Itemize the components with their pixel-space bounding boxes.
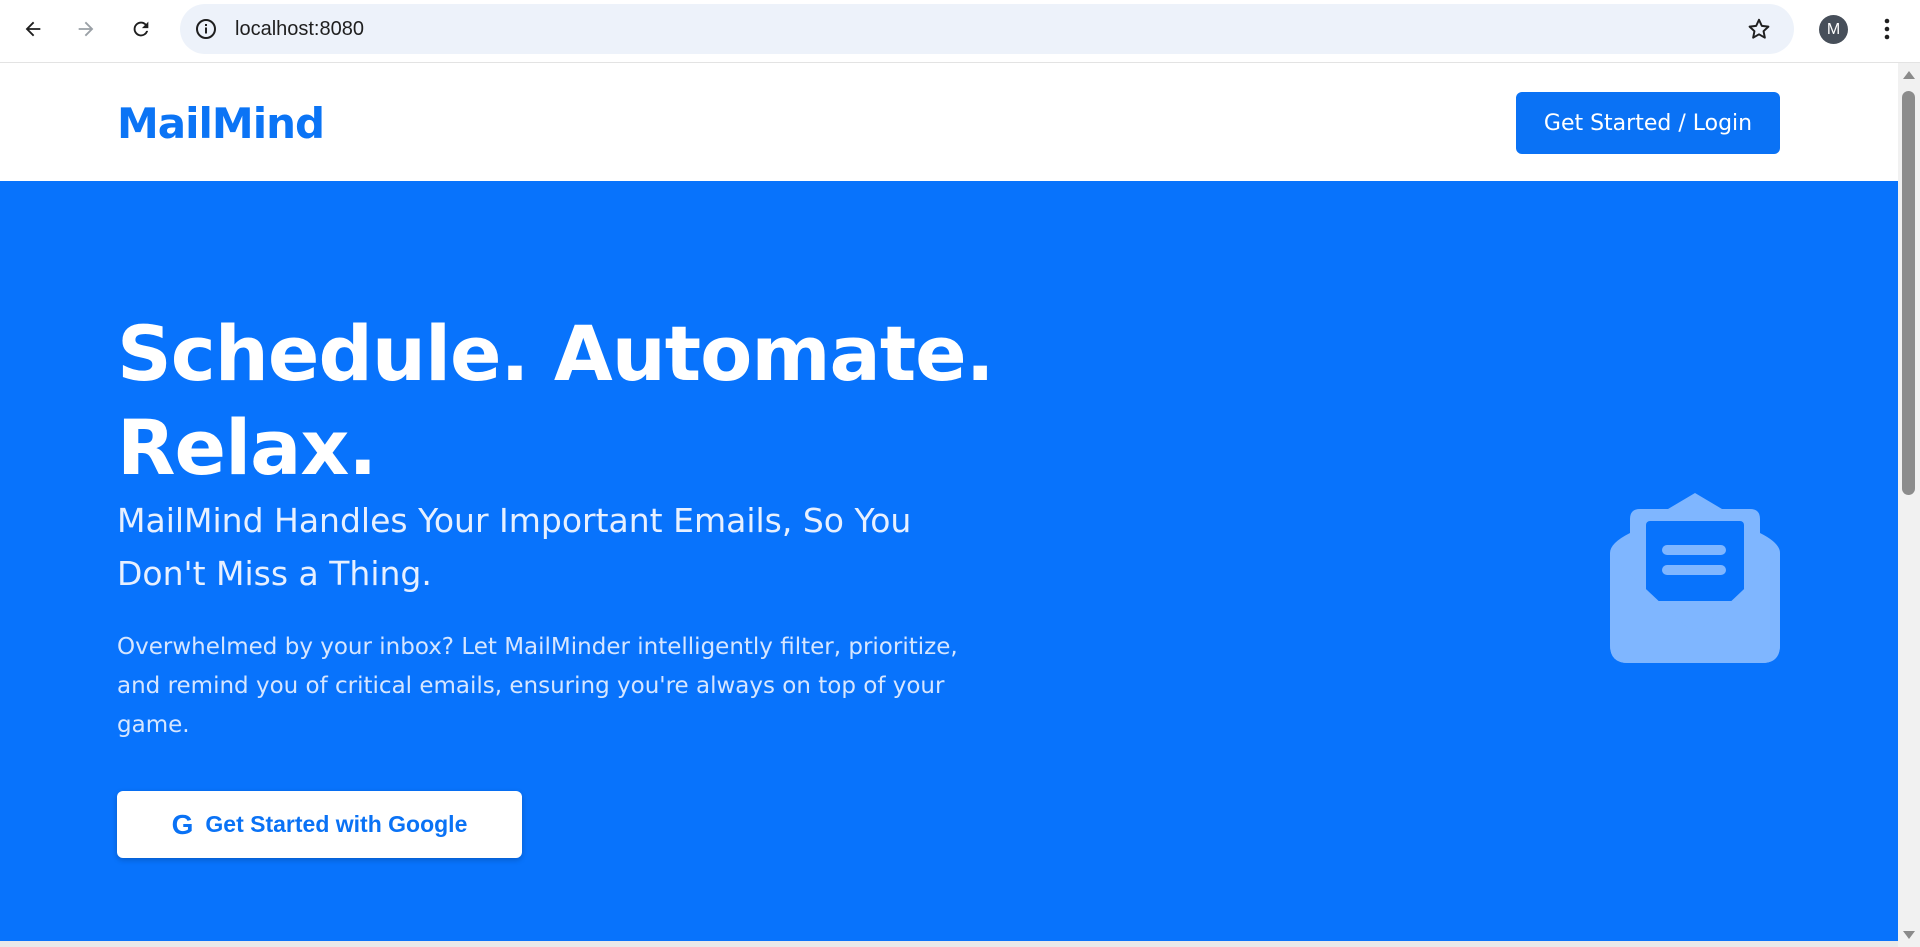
back-button[interactable] — [16, 12, 50, 46]
url-text[interactable]: localhost:8080 — [235, 18, 364, 41]
address-bar[interactable]: localhost:8080 — [180, 4, 1794, 54]
back-arrow-icon — [25, 21, 41, 37]
scrollbar-thumb[interactable] — [1902, 91, 1915, 495]
kebab-menu-icon — [1884, 18, 1890, 40]
profile-avatar[interactable]: M — [1819, 15, 1848, 44]
hero-section: Schedule. Automate. Relax. MailMind Hand… — [0, 181, 1898, 941]
google-icon: G — [171, 808, 194, 840]
google-button-label: Get Started with Google — [205, 811, 468, 837]
site-header: MailMind Get Started / Login — [0, 63, 1898, 181]
reload-icon — [133, 21, 149, 37]
scroll-down-arrow-icon[interactable] — [1903, 931, 1915, 939]
scroll-up-arrow-icon[interactable] — [1903, 71, 1915, 79]
envelope-open-icon — [1610, 493, 1780, 663]
browser-menu-button[interactable] — [1872, 14, 1902, 44]
hero-description: Overwhelmed by your inbox? Let MailMinde… — [117, 634, 958, 738]
hero-title: Schedule. Automate. Relax. — [117, 307, 1017, 495]
get-started-google-button[interactable]: G Get Started with Google — [117, 791, 522, 858]
reload-button[interactable] — [124, 12, 158, 46]
bookmark-star-icon[interactable] — [1746, 16, 1772, 42]
site-logo[interactable]: MailMind — [117, 99, 325, 148]
forward-arrow-icon — [78, 21, 94, 37]
forward-button[interactable] — [69, 12, 103, 46]
hero-title-line-2: Relax. — [117, 403, 377, 492]
hero-subtitle: MailMind Handles Your Important Emails, … — [117, 501, 912, 593]
browser-toolbar: localhost:8080 M — [0, 0, 1920, 63]
bottom-edge — [0, 941, 1898, 947]
hero-title-line-1: Schedule. Automate. — [117, 309, 995, 398]
site-info-icon[interactable] — [194, 17, 218, 41]
page-scrollbar[interactable] — [1898, 63, 1920, 947]
get-started-login-button[interactable]: Get Started / Login — [1516, 92, 1780, 154]
page-viewport: MailMind Get Started / Login Schedule. A… — [0, 63, 1898, 941]
